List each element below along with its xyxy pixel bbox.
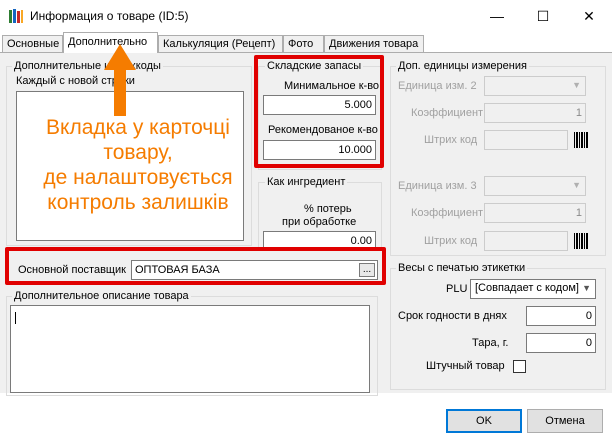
piece-goods-checkbox[interactable] — [513, 360, 526, 373]
loss-label-1: % потерь — [304, 203, 352, 215]
coef1-label: Коэффициент — [411, 107, 484, 119]
annotation-line-1: Вкладка у карточці — [46, 116, 230, 139]
plu-label: PLU — [446, 283, 468, 295]
piece-goods-label: Штучный товар — [426, 360, 505, 372]
unit3-label: Единица изм. 3 — [398, 180, 477, 192]
chevron-down-icon: ▼ — [582, 283, 591, 293]
unit3-select[interactable]: ▼ — [484, 176, 586, 196]
units-group-title: Доп. единицы измерения — [396, 60, 529, 72]
ok-button[interactable]: OK — [446, 409, 522, 433]
annotation-arrow-icon — [104, 44, 136, 116]
tab-movements[interactable]: Движения товара — [324, 35, 424, 52]
unit2-label: Единица изм. 2 — [398, 80, 477, 92]
loss-label-2: при обработке — [282, 216, 357, 228]
text-cursor — [15, 312, 16, 324]
tab-photo[interactable]: Фото — [283, 35, 324, 52]
close-button[interactable]: ✕ — [566, 0, 612, 32]
maximize-button[interactable]: ☐ — [520, 0, 566, 32]
title-bar: Информация о товаре (ID:5) — ☐ ✕ — [0, 0, 612, 32]
chevron-down-icon: ▼ — [572, 80, 581, 90]
coef2-input[interactable]: 1 — [484, 203, 586, 223]
barcode-icon[interactable] — [574, 132, 588, 148]
tab-calculation[interactable]: Калькуляция (Рецепт) — [158, 35, 283, 52]
tare-label: Тара, г. — [472, 337, 509, 349]
plu-select[interactable]: [Совпадает с кодом] ▼ — [470, 279, 596, 299]
minimize-button[interactable]: — — [474, 0, 520, 32]
cancel-button[interactable]: Отмена — [527, 409, 603, 433]
description-group-title: Дополнительное описание товара — [12, 290, 191, 302]
annotation-line-3: де налаштовується — [43, 166, 233, 189]
barcode-icon[interactable] — [574, 233, 588, 249]
annotation-line-4: контроль залишків — [47, 191, 229, 214]
window-title: Информация о товаре (ID:5) — [30, 9, 189, 23]
barcode2-label: Штрих код — [424, 235, 478, 247]
chevron-down-icon: ▼ — [572, 180, 581, 190]
app-icon — [9, 9, 23, 23]
annotation-line-2: товару, — [103, 141, 173, 164]
barcode1-input[interactable] — [484, 130, 568, 150]
annotation-text: Вкладка у карточці товару, де налаштовує… — [18, 115, 258, 215]
scales-group-title: Весы с печатью этикетки — [396, 262, 528, 274]
shelf-life-input[interactable]: 0 — [526, 306, 596, 326]
coef2-label: Коэффициент — [411, 207, 484, 219]
barcodes-group-title: Дополнительные штрихкоды — [12, 60, 163, 72]
barcode2-input[interactable] — [484, 231, 568, 251]
highlight-stock-box — [254, 55, 384, 168]
plu-value: [Совпадает с кодом] — [475, 282, 579, 294]
tab-basic[interactable]: Основные — [2, 35, 63, 52]
highlight-supplier-box — [5, 247, 386, 285]
description-textarea[interactable] — [10, 305, 370, 393]
shelf-life-label: Срок годности в днях — [398, 310, 507, 322]
unit2-select[interactable]: ▼ — [484, 76, 586, 96]
tare-input[interactable]: 0 — [526, 333, 596, 353]
barcode1-label: Штрих код — [424, 134, 478, 146]
ingredient-group-title: Как ингредиент — [265, 176, 348, 188]
coef1-input[interactable]: 1 — [484, 103, 586, 123]
